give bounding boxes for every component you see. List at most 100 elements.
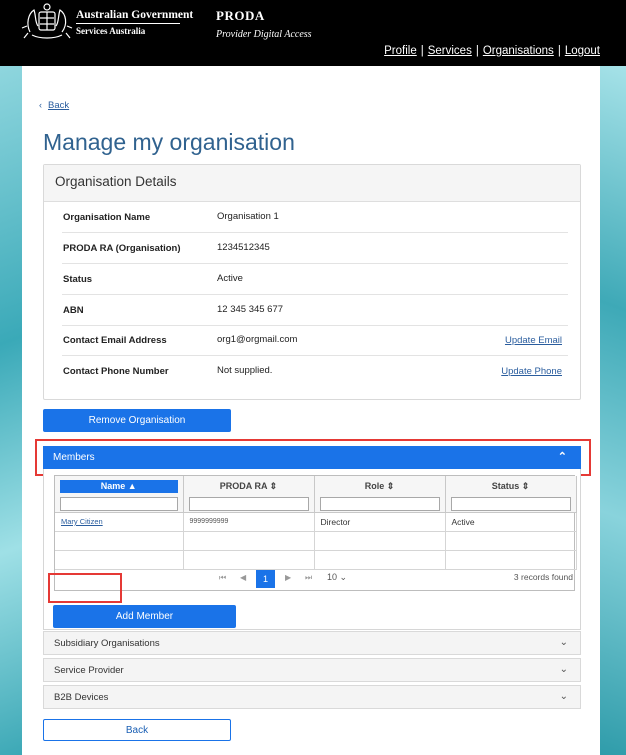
members-accordion-header[interactable]: Members ⌃ [43, 446, 581, 469]
organisation-details-heading: Organisation Details [44, 165, 580, 202]
next-page-icon[interactable]: ▶ [285, 573, 291, 582]
chevron-down-icon: ⌄ [559, 664, 568, 675]
background-pattern-left [0, 66, 22, 755]
member-role: Director [314, 512, 446, 532]
detail-label: Status [63, 274, 93, 285]
column-role-text: Role [364, 481, 385, 491]
nav-logout[interactable]: Logout [565, 45, 600, 57]
proda-ra-filter-input[interactable] [188, 497, 309, 511]
chevron-down-icon: ⌄ [559, 691, 568, 702]
column-header-name-label: Name ▲ [60, 480, 178, 493]
detail-value: 1234512345 [217, 242, 270, 253]
members-table: Name ▲ PRODA RA ⇕ Role ⇕ Status ⇕ Mary C… [54, 475, 577, 591]
organisation-details-card: Organisation Details Organisation Name O… [43, 164, 581, 400]
background-pattern-right [600, 66, 626, 755]
detail-label: Contact Email Address [63, 335, 167, 346]
b2b-devices-accordion[interactable]: B2B Devices ⌄ [43, 685, 581, 709]
role-filter-input[interactable] [319, 497, 440, 511]
members-panel: Name ▲ PRODA RA ⇕ Role ⇕ Status ⇕ Mary C… [43, 469, 581, 630]
column-header-status-label: Status ⇕ [451, 480, 571, 493]
nav-separator: | [557, 45, 561, 57]
empty-cell [445, 531, 577, 551]
back-link[interactable]: ‹ Back [39, 100, 69, 111]
detail-value: Not supplied. [217, 365, 273, 376]
members-title: Members [53, 452, 95, 463]
chevron-up-icon: ⌃ [557, 451, 567, 463]
main-content: ‹ Back Manage my organisation Organisatio… [22, 66, 600, 755]
detail-row-organisation-name: Organisation Name Organisation 1 [62, 202, 568, 233]
column-name-text: Name [100, 481, 126, 491]
page-size-select[interactable]: 10 ⌄ [327, 572, 347, 583]
gov-name: Australian Government [76, 9, 194, 21]
chevron-left-icon: ‹ [39, 100, 42, 110]
detail-label: ABN [63, 305, 84, 316]
sort-icon: ⇕ [386, 481, 395, 491]
back-button[interactable]: Back [43, 719, 231, 741]
service-provider-accordion[interactable]: Service Provider ⌄ [43, 658, 581, 682]
member-name-link[interactable]: Mary Citizen [55, 512, 184, 532]
last-page-icon[interactable]: ⏭ [305, 573, 312, 583]
status-filter-input[interactable] [450, 497, 571, 511]
table-pager: ⏮ ◀ 1 ▶ ⏭ 10 ⌄ 3 records found [55, 568, 574, 590]
app-subtitle: Provider Digital Access [216, 29, 312, 40]
detail-value: org1@orgmail.com [217, 334, 298, 345]
table-row: Mary Citizen 9999999999 Director Active [55, 512, 577, 532]
chevron-down-icon: ⌄ [339, 572, 348, 582]
back-link-label: Back [48, 100, 70, 111]
page-title: Manage my organisation [43, 129, 295, 155]
accordion-title: B2B Devices [54, 692, 109, 703]
member-proda-ra: 9999999999 [183, 512, 315, 532]
current-page-button[interactable]: 1 [256, 570, 275, 588]
accordion-title: Subsidiary Organisations [54, 638, 160, 649]
table-row [55, 531, 577, 551]
detail-label: PRODA RA (Organisation) [63, 243, 181, 254]
column-header-name[interactable]: Name ▲ [55, 476, 184, 513]
detail-row-status: Status Active [62, 264, 568, 295]
sort-icon: ⇕ [521, 481, 530, 491]
member-name-highlight-box [48, 573, 122, 603]
update-email-link[interactable]: Update Email [505, 335, 562, 346]
top-header: Australian Government Services Australia… [0, 0, 626, 66]
column-header-role-label: Role ⇕ [320, 480, 440, 493]
column-status-text: Status [491, 481, 520, 491]
nav-organisations[interactable]: Organisations [483, 45, 554, 57]
records-count: 3 records found [513, 572, 573, 582]
detail-label: Organisation Name [63, 212, 151, 223]
empty-cell [183, 550, 315, 570]
add-member-button[interactable]: Add Member [53, 605, 236, 628]
page-size-value: 10 [327, 572, 338, 582]
coat-of-arms-icon [21, 3, 73, 39]
empty-cell [314, 550, 446, 570]
subsidiary-organisations-accordion[interactable]: Subsidiary Organisations ⌄ [43, 631, 581, 655]
update-phone-link[interactable]: Update Phone [501, 366, 562, 377]
column-header-proda-ra[interactable]: PRODA RA ⇕ [183, 476, 315, 513]
nav-separator: | [475, 45, 479, 57]
nav-separator: | [420, 45, 424, 57]
sort-icon: ⇕ [269, 481, 278, 491]
table-header-row: Name ▲ PRODA RA ⇕ Role ⇕ Status ⇕ [55, 476, 577, 513]
column-ra-text: PRODA RA [219, 481, 268, 491]
gov-agency: Services Australia [76, 26, 146, 36]
gov-divider [76, 23, 180, 24]
remove-organisation-button[interactable]: Remove Organisation [43, 409, 231, 432]
previous-page-icon[interactable]: ◀ [240, 573, 246, 582]
detail-value: Organisation 1 [217, 211, 279, 222]
detail-row-proda-ra: PRODA RA (Organisation) 1234512345 [62, 233, 568, 264]
nav-profile[interactable]: Profile [384, 45, 417, 57]
name-filter-input[interactable] [60, 497, 178, 511]
chevron-down-icon: ⌄ [559, 637, 568, 648]
accordion-title: Service Provider [54, 665, 124, 676]
column-header-status[interactable]: Status ⇕ [445, 476, 577, 513]
first-page-icon[interactable]: ⏮ [219, 573, 226, 583]
nav-services[interactable]: Services [428, 45, 472, 57]
table-row [55, 550, 577, 570]
app-name: PRODA [216, 8, 265, 23]
detail-row-abn: ABN 12 345 345 677 [62, 295, 568, 326]
sort-ascending-icon: ▲ [127, 481, 137, 491]
column-header-role[interactable]: Role ⇕ [314, 476, 446, 513]
column-header-ra-label: PRODA RA ⇕ [189, 480, 309, 493]
top-nav: Profile | Services | Organisations | Logout [384, 45, 600, 57]
detail-row-contact-phone: Contact Phone Number Not supplied. Updat… [62, 356, 568, 387]
detail-value: 12 345 345 677 [217, 304, 284, 315]
detail-row-contact-email: Contact Email Address org1@orgmail.com U… [62, 325, 568, 356]
